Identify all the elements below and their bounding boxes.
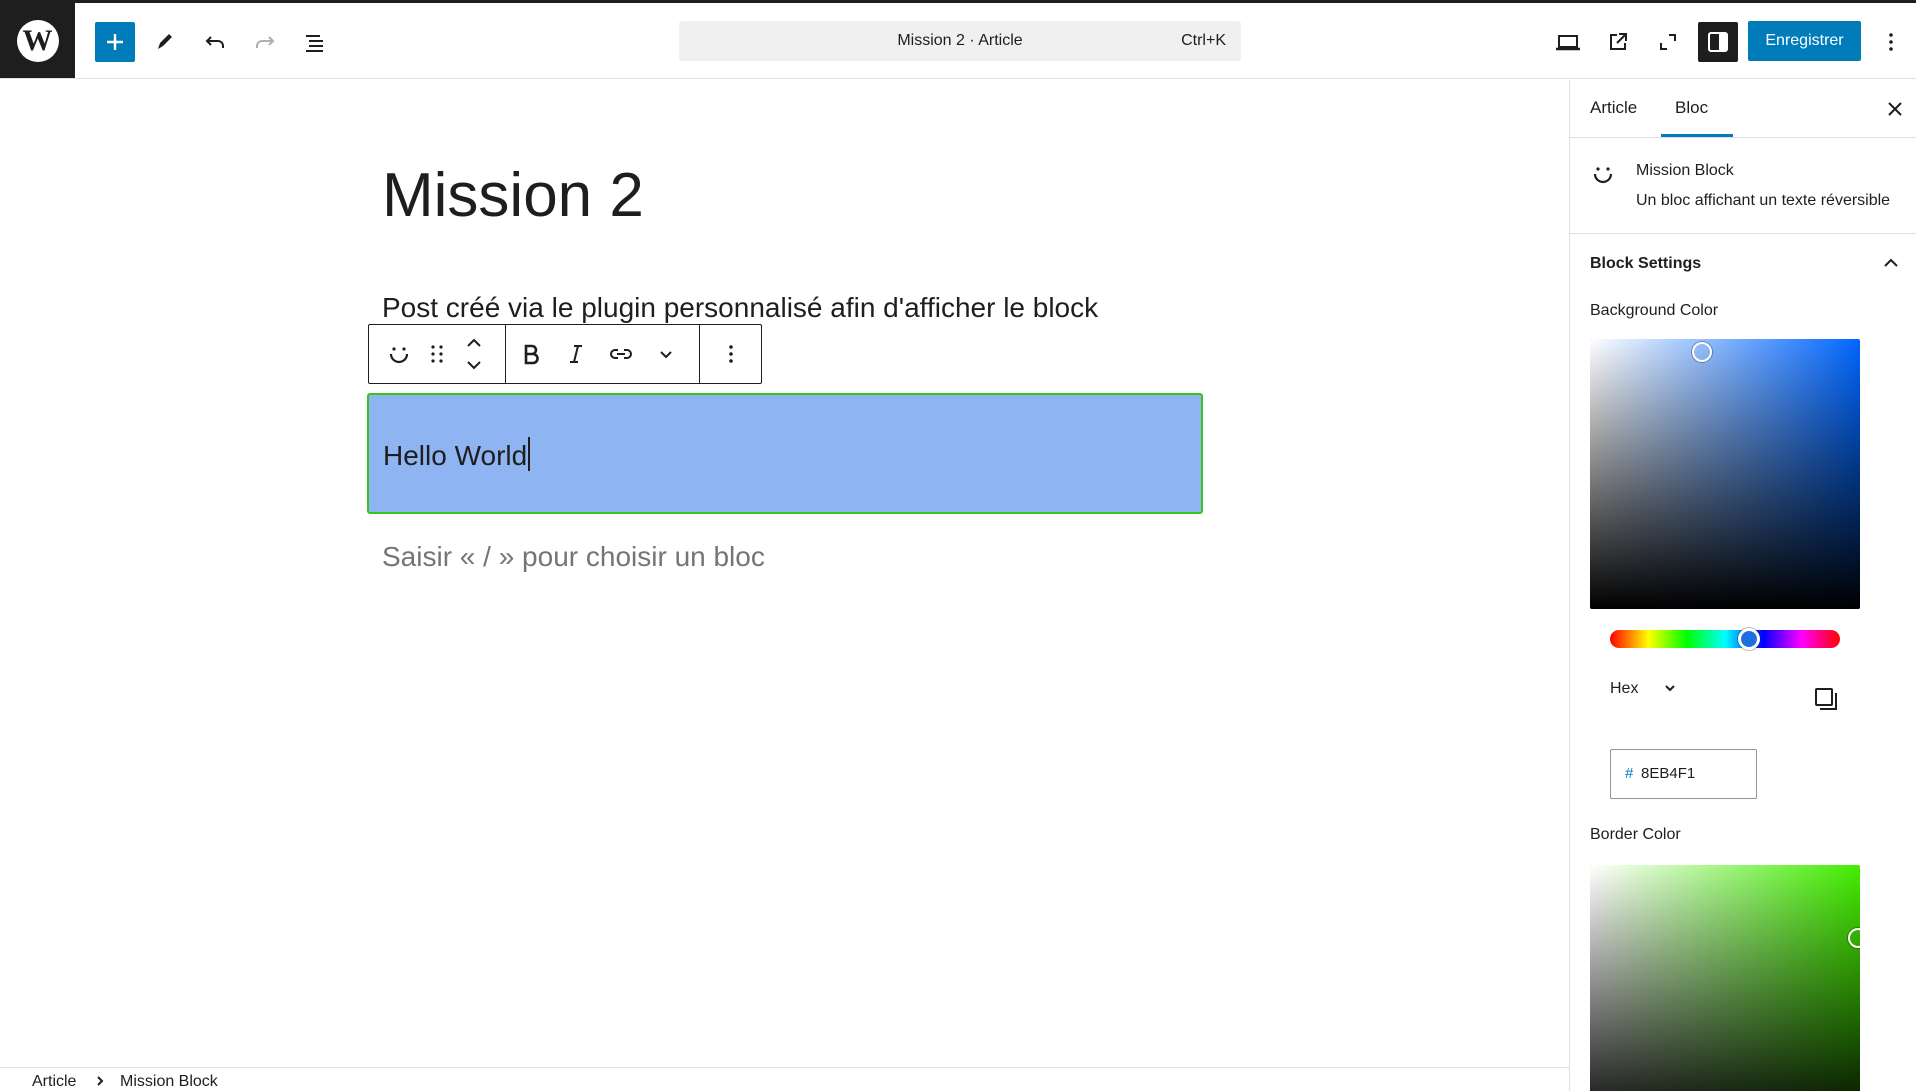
smile-icon bbox=[389, 347, 409, 364]
external-link-icon bbox=[1610, 33, 1627, 50]
smile-icon bbox=[1593, 167, 1613, 184]
block-toolbar bbox=[368, 324, 762, 384]
link-button[interactable] bbox=[601, 334, 641, 374]
document-overview-button[interactable] bbox=[295, 22, 335, 62]
add-block-button[interactable] bbox=[95, 22, 135, 62]
block-card-title: Mission Block bbox=[1636, 162, 1734, 179]
chevron-down-icon[interactable] bbox=[1660, 678, 1680, 698]
fullscreen-icon bbox=[1660, 34, 1676, 50]
chevron-down-icon bbox=[660, 351, 672, 359]
background-color-saturation-picker[interactable] bbox=[1590, 339, 1860, 609]
bold-button[interactable] bbox=[511, 334, 551, 374]
hex-value[interactable]: 8EB4F1 bbox=[1641, 765, 1695, 782]
toolbar-divider bbox=[699, 325, 700, 383]
bold-icon bbox=[524, 344, 539, 365]
desktop-view-icon bbox=[1556, 35, 1580, 51]
hue-slider[interactable] bbox=[1610, 630, 1840, 648]
preview-button[interactable] bbox=[1548, 22, 1588, 62]
toolbar-divider bbox=[505, 325, 506, 383]
mission-block[interactable]: Hello World bbox=[367, 393, 1203, 514]
drag-handle-icon bbox=[431, 345, 443, 363]
document-overview-icon bbox=[306, 35, 323, 52]
settings-sidebar: Article Bloc Mission Block Un bloc affic… bbox=[1569, 80, 1916, 1091]
tab-bloc[interactable]: Bloc bbox=[1675, 98, 1708, 118]
redo-button[interactable] bbox=[245, 22, 285, 62]
plus-icon bbox=[107, 34, 123, 50]
close-icon bbox=[1888, 102, 1902, 116]
more-vertical-icon bbox=[729, 345, 733, 363]
block-card-description: Un bloc affichant un texte réversible bbox=[1636, 192, 1891, 209]
sidebar-tabs: Article Bloc bbox=[1570, 80, 1916, 138]
more-formatting-button[interactable] bbox=[646, 334, 686, 374]
block-type-button[interactable] bbox=[379, 334, 419, 374]
link-icon bbox=[610, 349, 632, 359]
tab-article[interactable]: Article bbox=[1590, 98, 1637, 118]
close-sidebar-button[interactable] bbox=[1880, 94, 1910, 124]
block-options-button[interactable] bbox=[711, 334, 751, 374]
undo-icon bbox=[205, 36, 224, 48]
tools-button[interactable] bbox=[145, 22, 185, 62]
background-color-label: Background Color bbox=[1590, 302, 1719, 319]
color-format-select[interactable]: Hex bbox=[1610, 680, 1638, 698]
settings-sidebar-button[interactable] bbox=[1698, 22, 1738, 62]
block-appender-placeholder[interactable]: Saisir « / » pour choisir un bloc bbox=[382, 541, 765, 573]
block-card: Mission Block Un bloc affichant un texte… bbox=[1570, 138, 1916, 234]
undo-button[interactable] bbox=[195, 22, 235, 62]
settings-sidebar-icon bbox=[1708, 32, 1728, 52]
saturation-handle[interactable] bbox=[1692, 342, 1712, 362]
more-vertical-icon bbox=[1889, 33, 1893, 51]
paragraph-block[interactable]: Post créé via le plugin personnalisé afi… bbox=[382, 292, 1098, 324]
panel-title[interactable]: Block Settings bbox=[1590, 255, 1701, 273]
mission-block-text-value: Hello World bbox=[383, 440, 528, 471]
hex-color-input[interactable]: # 8EB4F1 bbox=[1610, 749, 1757, 799]
command-palette-bar[interactable]: Mission 2 · Article Ctrl+K bbox=[679, 21, 1241, 61]
hex-prefix: # bbox=[1625, 765, 1634, 782]
mission-block-text[interactable]: Hello World bbox=[383, 437, 531, 472]
wordpress-logo-icon[interactable]: W bbox=[0, 3, 75, 78]
breadcrumb: Article Mission Block bbox=[0, 1067, 1569, 1091]
breadcrumb-item-mission-block[interactable]: Mission Block bbox=[120, 1073, 218, 1091]
hue-slider-handle[interactable] bbox=[1738, 628, 1760, 650]
border-color-label: Border Color bbox=[1590, 826, 1681, 843]
editor-header: W Mission 2 · Article Ctrl+K Enregistrer bbox=[0, 3, 1916, 79]
fullscreen-button[interactable] bbox=[1648, 22, 1688, 62]
italic-button[interactable] bbox=[556, 334, 596, 374]
redo-icon bbox=[256, 36, 275, 48]
pencil-icon bbox=[158, 34, 172, 49]
wordpress-logo-mark: W bbox=[16, 19, 59, 62]
breadcrumb-item-article[interactable]: Article bbox=[32, 1073, 76, 1091]
document-title: Mission 2 · Article bbox=[897, 32, 1023, 49]
move-up-down-icon bbox=[467, 338, 481, 370]
view-post-button[interactable] bbox=[1598, 22, 1638, 62]
move-block-buttons[interactable] bbox=[454, 334, 494, 374]
editor-canvas: Mission 2 Post créé via le plugin person… bbox=[0, 80, 1569, 1065]
drag-handle-button[interactable] bbox=[417, 334, 457, 374]
save-button[interactable]: Enregistrer bbox=[1748, 21, 1861, 61]
text-caret bbox=[528, 437, 531, 471]
border-color-saturation-picker[interactable] bbox=[1590, 865, 1860, 1091]
value-gradient bbox=[1590, 339, 1860, 609]
chevron-right-icon bbox=[97, 1076, 104, 1086]
command-shortcut: Ctrl+K bbox=[1181, 32, 1226, 49]
chevron-up-icon[interactable] bbox=[1878, 250, 1904, 276]
value-gradient bbox=[1590, 865, 1860, 1091]
copy-icon[interactable] bbox=[1812, 685, 1840, 713]
post-title[interactable]: Mission 2 bbox=[382, 160, 644, 231]
italic-icon bbox=[570, 345, 582, 363]
active-tab-indicator bbox=[1661, 134, 1733, 137]
options-menu-button[interactable] bbox=[1871, 22, 1911, 62]
